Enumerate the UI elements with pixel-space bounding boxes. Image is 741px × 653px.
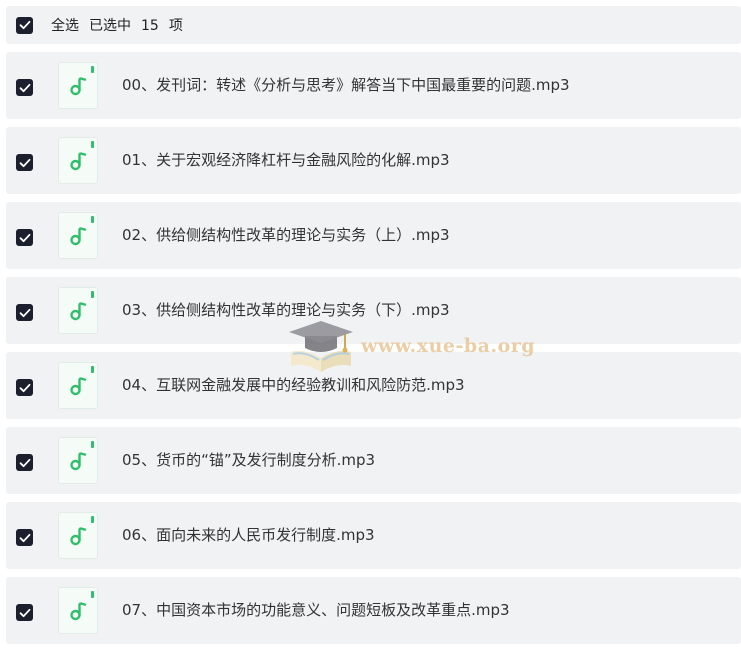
file-corner-mark [91,591,94,598]
file-row[interactable]: 02、供给侧结构性改革的理论与实务（上）.mp3 [6,202,741,269]
unit-label: 项 [168,18,183,34]
file-corner-mark [91,291,94,298]
file-checkbox[interactable] [16,529,33,546]
checkmark-icon [19,533,30,542]
file-row[interactable]: 06、面向未来的人民币发行制度.mp3 [6,502,741,569]
selection-summary: 全选 已选中 15 项 [51,15,193,35]
file-name[interactable]: 07、中国资本市场的功能意义、问题短板及改革重点.mp3 [122,601,510,619]
checkmark-icon [19,20,30,30]
checkmark-icon [19,83,30,92]
selected-count: 15 [141,18,159,34]
file-corner-mark [91,66,94,73]
file-corner-mark [91,141,94,148]
file-corner-mark [91,516,94,523]
audio-file-icon [58,137,98,184]
select-all-checkbox[interactable] [16,16,33,34]
file-corner-mark [91,216,94,223]
file-corner-mark [91,366,94,373]
music-note-icon [70,452,87,471]
audio-file-icon [58,287,98,334]
file-checkbox[interactable] [16,379,33,396]
file-row[interactable]: 00、发刊词：转述《分析与思考》解答当下中国最重要的问题.mp3 [6,52,741,119]
file-checkbox[interactable] [16,304,33,321]
file-name[interactable]: 01、关于宏观经济降杠杆与金融风险的化解.mp3 [122,151,450,169]
music-note-icon [70,602,87,621]
audio-file-icon [58,587,98,634]
music-note-icon [70,77,87,96]
file-name[interactable]: 03、供给侧结构性改革的理论与实务（下）.mp3 [122,301,450,319]
file-name[interactable]: 06、面向未来的人民币发行制度.mp3 [122,526,375,544]
select-all-label[interactable]: 全选 [51,18,79,34]
select-all-bar: 全选 已选中 15 项 [6,6,741,44]
audio-file-icon [58,437,98,484]
music-note-icon [70,302,87,321]
file-corner-mark [91,441,94,448]
file-row[interactable]: 05、货币的“锚”及发行制度分析.mp3 [6,427,741,494]
file-row[interactable]: 01、关于宏观经济降杠杆与金融风险的化解.mp3 [6,127,741,194]
file-name[interactable]: 05、货币的“锚”及发行制度分析.mp3 [122,451,375,469]
file-row[interactable]: 03、供给侧结构性改革的理论与实务（下）.mp3 [6,277,741,344]
checkmark-icon [19,158,30,167]
file-list: 00、发刊词：转述《分析与思考》解答当下中国最重要的问题.mp3 01、关于宏观… [6,52,741,652]
checkmark-icon [19,233,30,242]
file-checkbox[interactable] [16,79,33,96]
file-checkbox[interactable] [16,229,33,246]
file-checkbox[interactable] [16,604,33,621]
checkmark-icon [19,608,30,617]
checkmark-icon [19,308,30,317]
music-note-icon [70,377,87,396]
music-note-icon [70,227,87,246]
audio-file-icon [58,512,98,559]
checkmark-icon [19,458,30,467]
file-name[interactable]: 00、发刊词：转述《分析与思考》解答当下中国最重要的问题.mp3 [122,76,570,94]
audio-file-icon [58,362,98,409]
file-name[interactable]: 04、互联网金融发展中的经验教训和风险防范.mp3 [122,376,465,394]
music-note-icon [70,152,87,171]
file-checkbox[interactable] [16,454,33,471]
file-checkbox[interactable] [16,154,33,171]
checkmark-icon [19,383,30,392]
audio-file-icon [58,62,98,109]
file-name[interactable]: 02、供给侧结构性改革的理论与实务（上）.mp3 [122,226,450,244]
file-row[interactable]: 04、互联网金融发展中的经验教训和风险防范.mp3 [6,352,741,419]
audio-file-icon [58,212,98,259]
file-row[interactable]: 07、中国资本市场的功能意义、问题短板及改革重点.mp3 [6,577,741,644]
selected-label: 已选中 [89,18,131,34]
music-note-icon [70,527,87,546]
